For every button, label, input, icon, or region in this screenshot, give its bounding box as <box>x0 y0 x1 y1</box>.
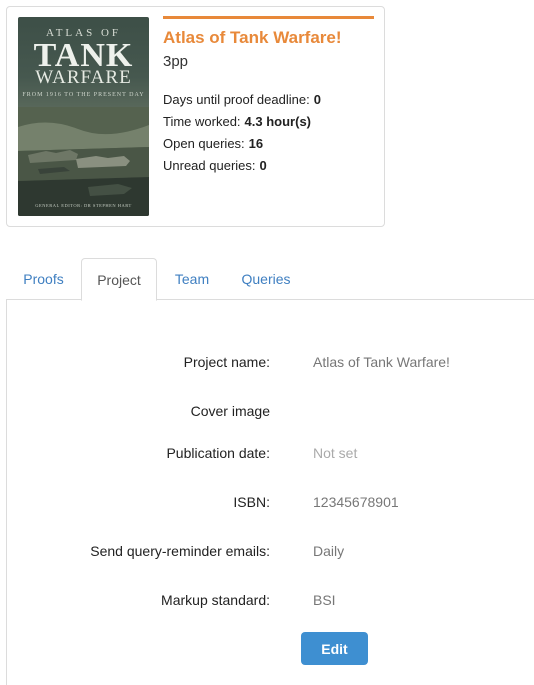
tab-team[interactable]: Team <box>157 258 227 300</box>
stat-value: 16 <box>248 136 264 151</box>
stat-label: Days until proof deadline: <box>163 92 310 107</box>
cover-illustration <box>18 107 149 216</box>
book-summary-card: ATLAS OF TANK WARFARE FROM 1916 TO THE P… <box>6 6 385 227</box>
field-label-cover-image: Cover image <box>190 403 270 419</box>
field-label-isbn: ISBN: <box>233 494 270 510</box>
project-details-panel: Project name: Atlas of Tank Warfare! Cov… <box>6 300 534 685</box>
field-value-reminder-emails: Daily <box>313 543 345 559</box>
stat-label: Open queries: <box>163 136 245 151</box>
stat-days-until-deadline: Days until proof deadline: 0 <box>163 89 321 111</box>
tab-queries[interactable]: Queries <box>227 258 305 300</box>
stat-time-worked: Time worked: 4.3 hour(s) <box>163 111 321 133</box>
stat-label: Time worked: <box>163 114 241 129</box>
field-value-publication-date: Not set <box>313 445 358 461</box>
stat-value: 0 <box>313 92 321 107</box>
field-label-markup-standard: Markup standard: <box>161 592 270 608</box>
tab-project[interactable]: Project <box>81 258 157 301</box>
cover-text-subtitle: FROM 1916 TO THE PRESENT DAY <box>22 92 145 98</box>
book-stats: Days until proof deadline: 0 Time worked:… <box>163 89 321 177</box>
edit-button[interactable]: Edit <box>301 632 368 665</box>
tab-proofs[interactable]: Proofs <box>6 258 81 300</box>
field-label-project-name: Project name: <box>183 354 270 370</box>
title-accent-bar <box>163 16 374 19</box>
field-value-markup-standard: BSI <box>313 592 336 608</box>
stat-label: Unread queries: <box>163 158 256 173</box>
field-value-project-name: Atlas of Tank Warfare! <box>313 354 450 370</box>
book-page-count: 3pp <box>163 53 189 70</box>
field-value-isbn: 12345678901 <box>313 494 399 510</box>
stat-value: 0 <box>259 158 267 173</box>
stat-open-queries: Open queries: 16 <box>163 133 321 155</box>
book-title: Atlas of Tank Warfare! <box>163 28 342 47</box>
cover-text-credit: GENERAL EDITOR: DR STEPHEN HART <box>35 203 132 208</box>
field-label-reminder-emails: Send query-reminder emails: <box>90 543 270 559</box>
field-label-publication-date: Publication date: <box>166 445 270 461</box>
project-tabs: Proofs Project Team Queries <box>6 258 534 301</box>
stat-unread-queries: Unread queries: 0 <box>163 155 321 177</box>
stat-value: 4.3 hour(s) <box>244 114 312 129</box>
cover-text-line3: WARFARE <box>35 67 132 88</box>
book-cover-image: ATLAS OF TANK WARFARE FROM 1916 TO THE P… <box>18 17 149 216</box>
